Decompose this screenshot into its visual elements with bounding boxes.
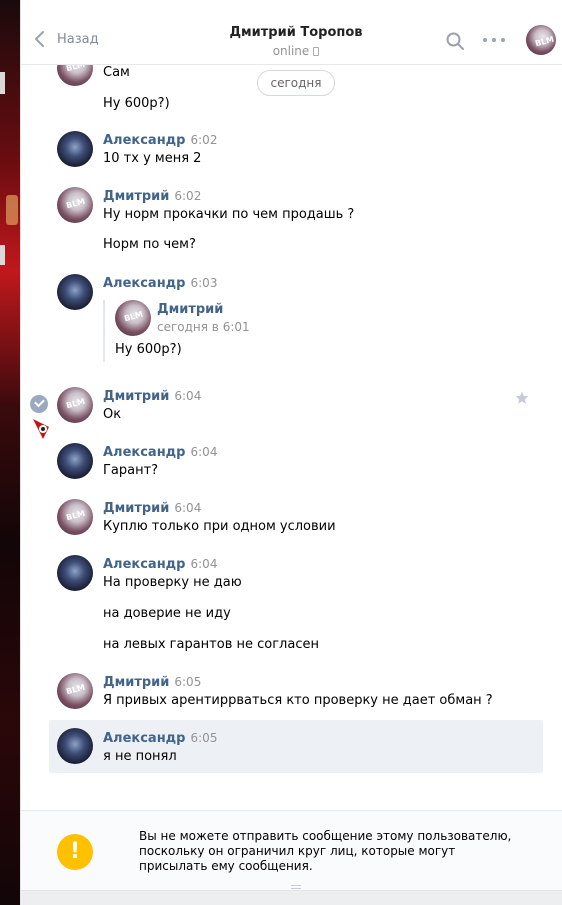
message-item[interactable]: Александр 6:03 Дмитрий сегодня в 6:01 Ну … (21, 274, 562, 371)
message-text: Ок (103, 407, 122, 422)
message-item[interactable]: Дмитрий 6:05 Я привых арентиррваться кто … (21, 673, 562, 715)
message-text: на левых гарантов не согласен (103, 637, 319, 652)
message-meta: Дмитрий 6:04 (103, 389, 201, 404)
search-icon[interactable] (445, 31, 465, 51)
back-button[interactable]: Назад (33, 29, 99, 49)
message-meta: Александр 6:02 (103, 133, 217, 148)
avatar[interactable] (57, 673, 93, 709)
message-time[interactable]: 6:04 (191, 445, 218, 459)
message-time[interactable]: 6:02 (191, 133, 218, 147)
message-text: Ну норм прокачки по чем продашь ? (103, 207, 355, 222)
resize-handle[interactable] (291, 885, 301, 889)
message-text: На проверку не даю (103, 575, 242, 590)
message-item[interactable]: Александр 6:02 10 тх у меня 2 (21, 131, 562, 173)
avatar[interactable] (57, 187, 93, 223)
avatar[interactable] (57, 274, 93, 310)
more-icon[interactable] (483, 38, 505, 44)
message-time[interactable]: 6:05 (191, 731, 218, 745)
message-time[interactable]: 6:04 (174, 389, 201, 403)
message-time[interactable]: 6:02 (174, 189, 201, 203)
avatar[interactable] (57, 499, 93, 535)
message-meta: Дмитрий 6:05 (103, 675, 201, 690)
peer-info[interactable]: Дмитрий Торопов online (191, 25, 401, 58)
peer-avatar[interactable] (526, 25, 556, 55)
message-history[interactable]: сегодня Сам Ну 600р?) Александр 6:02 10 т… (21, 0, 562, 810)
message-author[interactable]: Дмитрий (103, 189, 169, 204)
message-text: на доверие не иду (103, 606, 231, 621)
mobile-icon (313, 47, 320, 56)
message-meta: Александр 6:04 (103, 557, 217, 572)
message-text: Куплю только при одном условии (103, 519, 336, 534)
avatar[interactable] (57, 728, 93, 764)
select-check-icon[interactable] (30, 395, 48, 413)
message-author[interactable]: Дмитрий (103, 501, 169, 516)
message-author[interactable]: Александр (103, 276, 186, 291)
warning-icon: ! (57, 834, 93, 870)
chat-header: Назад Дмитрий Торопов online (21, 15, 562, 65)
message-item[interactable]: Дмитрий 6:04 Ок (21, 387, 562, 439)
chevron-left-icon (35, 31, 44, 47)
message-meta: Александр 6:03 (103, 276, 217, 291)
avatar[interactable] (57, 387, 93, 423)
message-time[interactable]: 6:04 (191, 557, 218, 571)
message-item[interactable]: Александр 6:04 На проверку не даю на дове… (21, 555, 562, 657)
star-icon[interactable] (515, 391, 529, 405)
message-author[interactable]: Дмитрий (103, 389, 169, 404)
message-meta: Дмитрий 6:04 (103, 501, 201, 516)
message-item[interactable]: Дмитрий 6:04 Куплю только при одном услов… (21, 499, 562, 541)
message-item-selected[interactable]: Александр 6:05 я не понял (49, 720, 543, 773)
message-author[interactable]: Александр (103, 445, 186, 460)
message-meta: Дмитрий 6:02 (103, 189, 201, 204)
message-text: 10 тх у меня 2 (103, 151, 202, 166)
sticker-icon (33, 419, 49, 439)
message-text: я не понял (103, 749, 177, 764)
message-text: Гарант? (103, 463, 159, 478)
notice-text: Вы не можете отправить сообщение этому п… (139, 829, 512, 873)
message-time[interactable]: 6:05 (174, 675, 201, 689)
background-wallpaper (0, 0, 20, 905)
message-text: Сам (103, 65, 130, 80)
message-text: Норм по чем? (103, 237, 196, 252)
avatar[interactable] (57, 443, 93, 479)
date-divider: сегодня (257, 70, 335, 96)
back-label: Назад (57, 31, 99, 47)
message-meta: Александр 6:05 (103, 731, 217, 746)
message-time[interactable]: 6:04 (174, 501, 201, 515)
message-author[interactable]: Александр (103, 557, 186, 572)
message-author[interactable]: Дмитрий (103, 675, 169, 690)
forwarded-message[interactable]: Дмитрий сегодня в 6:01 Ну 600р?) (103, 300, 403, 362)
message-text: Ну 600р?) (103, 96, 170, 111)
avatar[interactable] (57, 555, 93, 591)
message-time[interactable]: 6:03 (191, 276, 218, 290)
message-item[interactable]: Александр 6:04 Гарант? (21, 443, 562, 485)
forwarded-date[interactable]: сегодня в 6:01 (157, 320, 250, 334)
message-author[interactable]: Александр (103, 731, 186, 746)
bottom-bar (21, 890, 562, 905)
chat-panel: сегодня Сам Ну 600р?) Александр 6:02 10 т… (20, 0, 562, 905)
write-restriction-notice: ! Вы не можете отправить сообщение этому… (21, 810, 562, 890)
message-meta: Александр 6:04 (103, 445, 217, 460)
peer-name[interactable]: Дмитрий Торопов (191, 25, 401, 40)
message-text: Я привых арентиррваться кто проверку не … (103, 693, 493, 708)
message-author[interactable]: Александр (103, 133, 186, 148)
forwarded-text: Ну 600р?) (115, 342, 182, 357)
forwarded-author[interactable]: Дмитрий (157, 302, 223, 317)
peer-status: online (191, 44, 401, 58)
avatar[interactable] (57, 131, 93, 167)
forwarded-avatar[interactable] (115, 300, 151, 336)
message-item[interactable]: Дмитрий 6:02 Ну норм прокачки по чем прод… (21, 187, 562, 259)
